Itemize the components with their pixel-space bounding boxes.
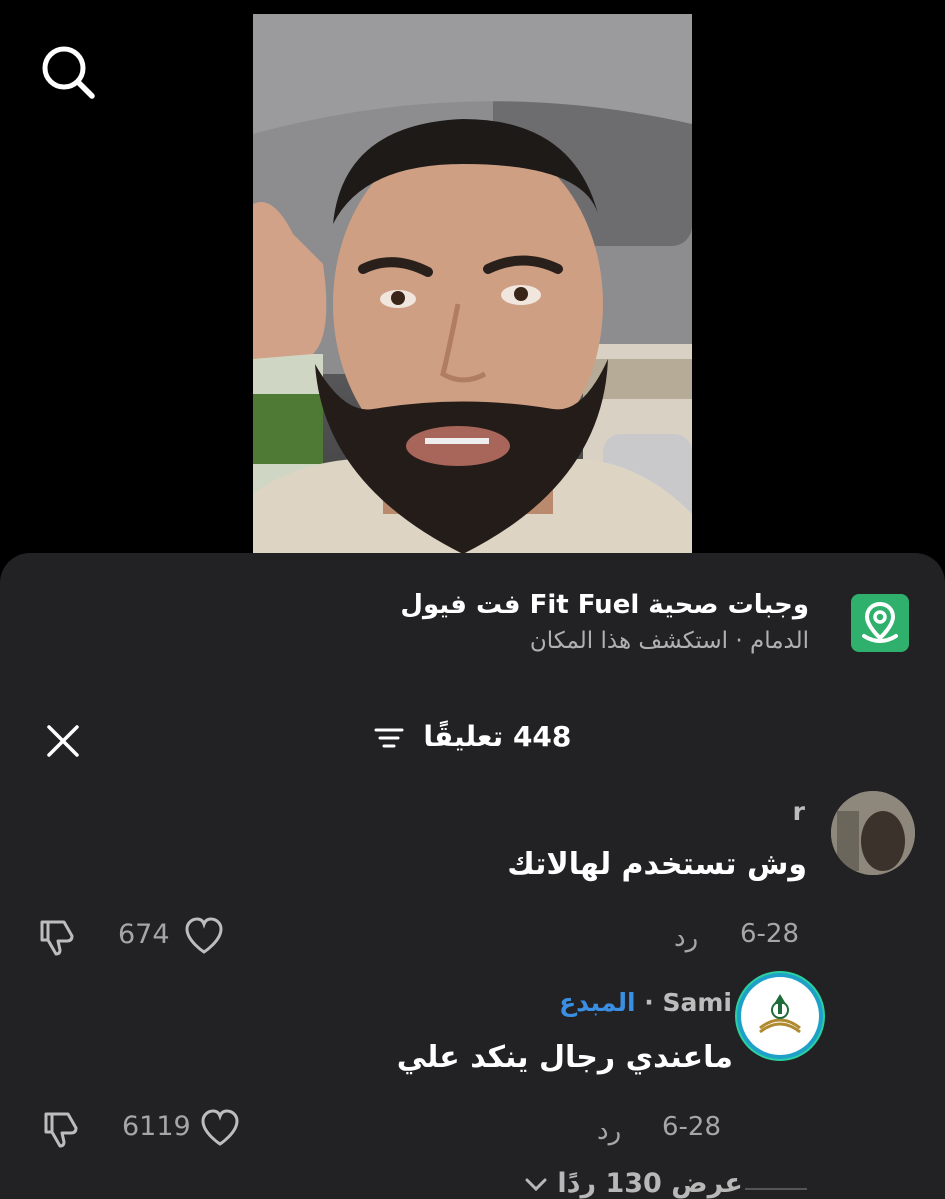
heart-icon	[185, 917, 223, 954]
reply-button[interactable]: رد	[674, 923, 698, 953]
comment-date: 6-28	[662, 1112, 722, 1142]
replies-divider	[745, 1188, 807, 1190]
place-title: وجبات صحية Fit Fuel فت فيول	[400, 590, 809, 620]
comments-count-header[interactable]: 448 تعليقًا	[0, 720, 945, 753]
avatar-image	[831, 791, 915, 875]
like-count: 6119	[122, 1111, 191, 1142]
comment-user-line: Sami · المبدع	[559, 988, 732, 1017]
reply-button[interactable]: رد	[597, 1116, 621, 1146]
avatar[interactable]	[741, 977, 819, 1055]
separator-dot: ·	[644, 988, 654, 1017]
like-button[interactable]	[183, 916, 225, 956]
comment-text: وش تستخدم لهالاتك	[507, 847, 807, 882]
like-button[interactable]	[199, 1108, 241, 1148]
comment-username[interactable]: Sami	[663, 988, 733, 1017]
heart-icon	[201, 1109, 239, 1146]
view-replies-label: عرض 130 ردًا	[557, 1168, 743, 1199]
video-frame-image	[253, 14, 692, 559]
thumbs-down-icon	[44, 1112, 78, 1148]
search-button[interactable]	[38, 42, 98, 102]
comment-text: ماعندي رجال ينكد علي	[396, 1040, 733, 1075]
dislike-button[interactable]	[40, 1108, 82, 1150]
comment-username[interactable]: r	[793, 797, 805, 826]
search-icon	[42, 46, 95, 99]
place-link[interactable]: وجبات صحية Fit Fuel فت فيول الدمام · است…	[309, 590, 909, 666]
comments-count: 448 تعليقًا	[423, 720, 572, 753]
chevron-down-icon	[524, 1177, 548, 1193]
like-count: 674	[118, 919, 170, 950]
filter-icon[interactable]	[374, 726, 404, 750]
thumbs-down-icon	[40, 920, 74, 956]
creator-badge: المبدع	[559, 988, 636, 1017]
avatar[interactable]	[831, 791, 915, 875]
dislike-button[interactable]	[36, 916, 78, 958]
place-subtitle: الدمام · استكشف هذا المكان	[529, 628, 809, 654]
comment-date: 6-28	[740, 919, 800, 949]
saudi-emblem-icon	[759, 994, 801, 1034]
location-pin-icon	[862, 601, 898, 643]
view-replies-button[interactable]: عرض 130 ردًا	[524, 1168, 743, 1199]
place-icon-tile	[851, 594, 909, 652]
video-player[interactable]	[253, 14, 692, 559]
